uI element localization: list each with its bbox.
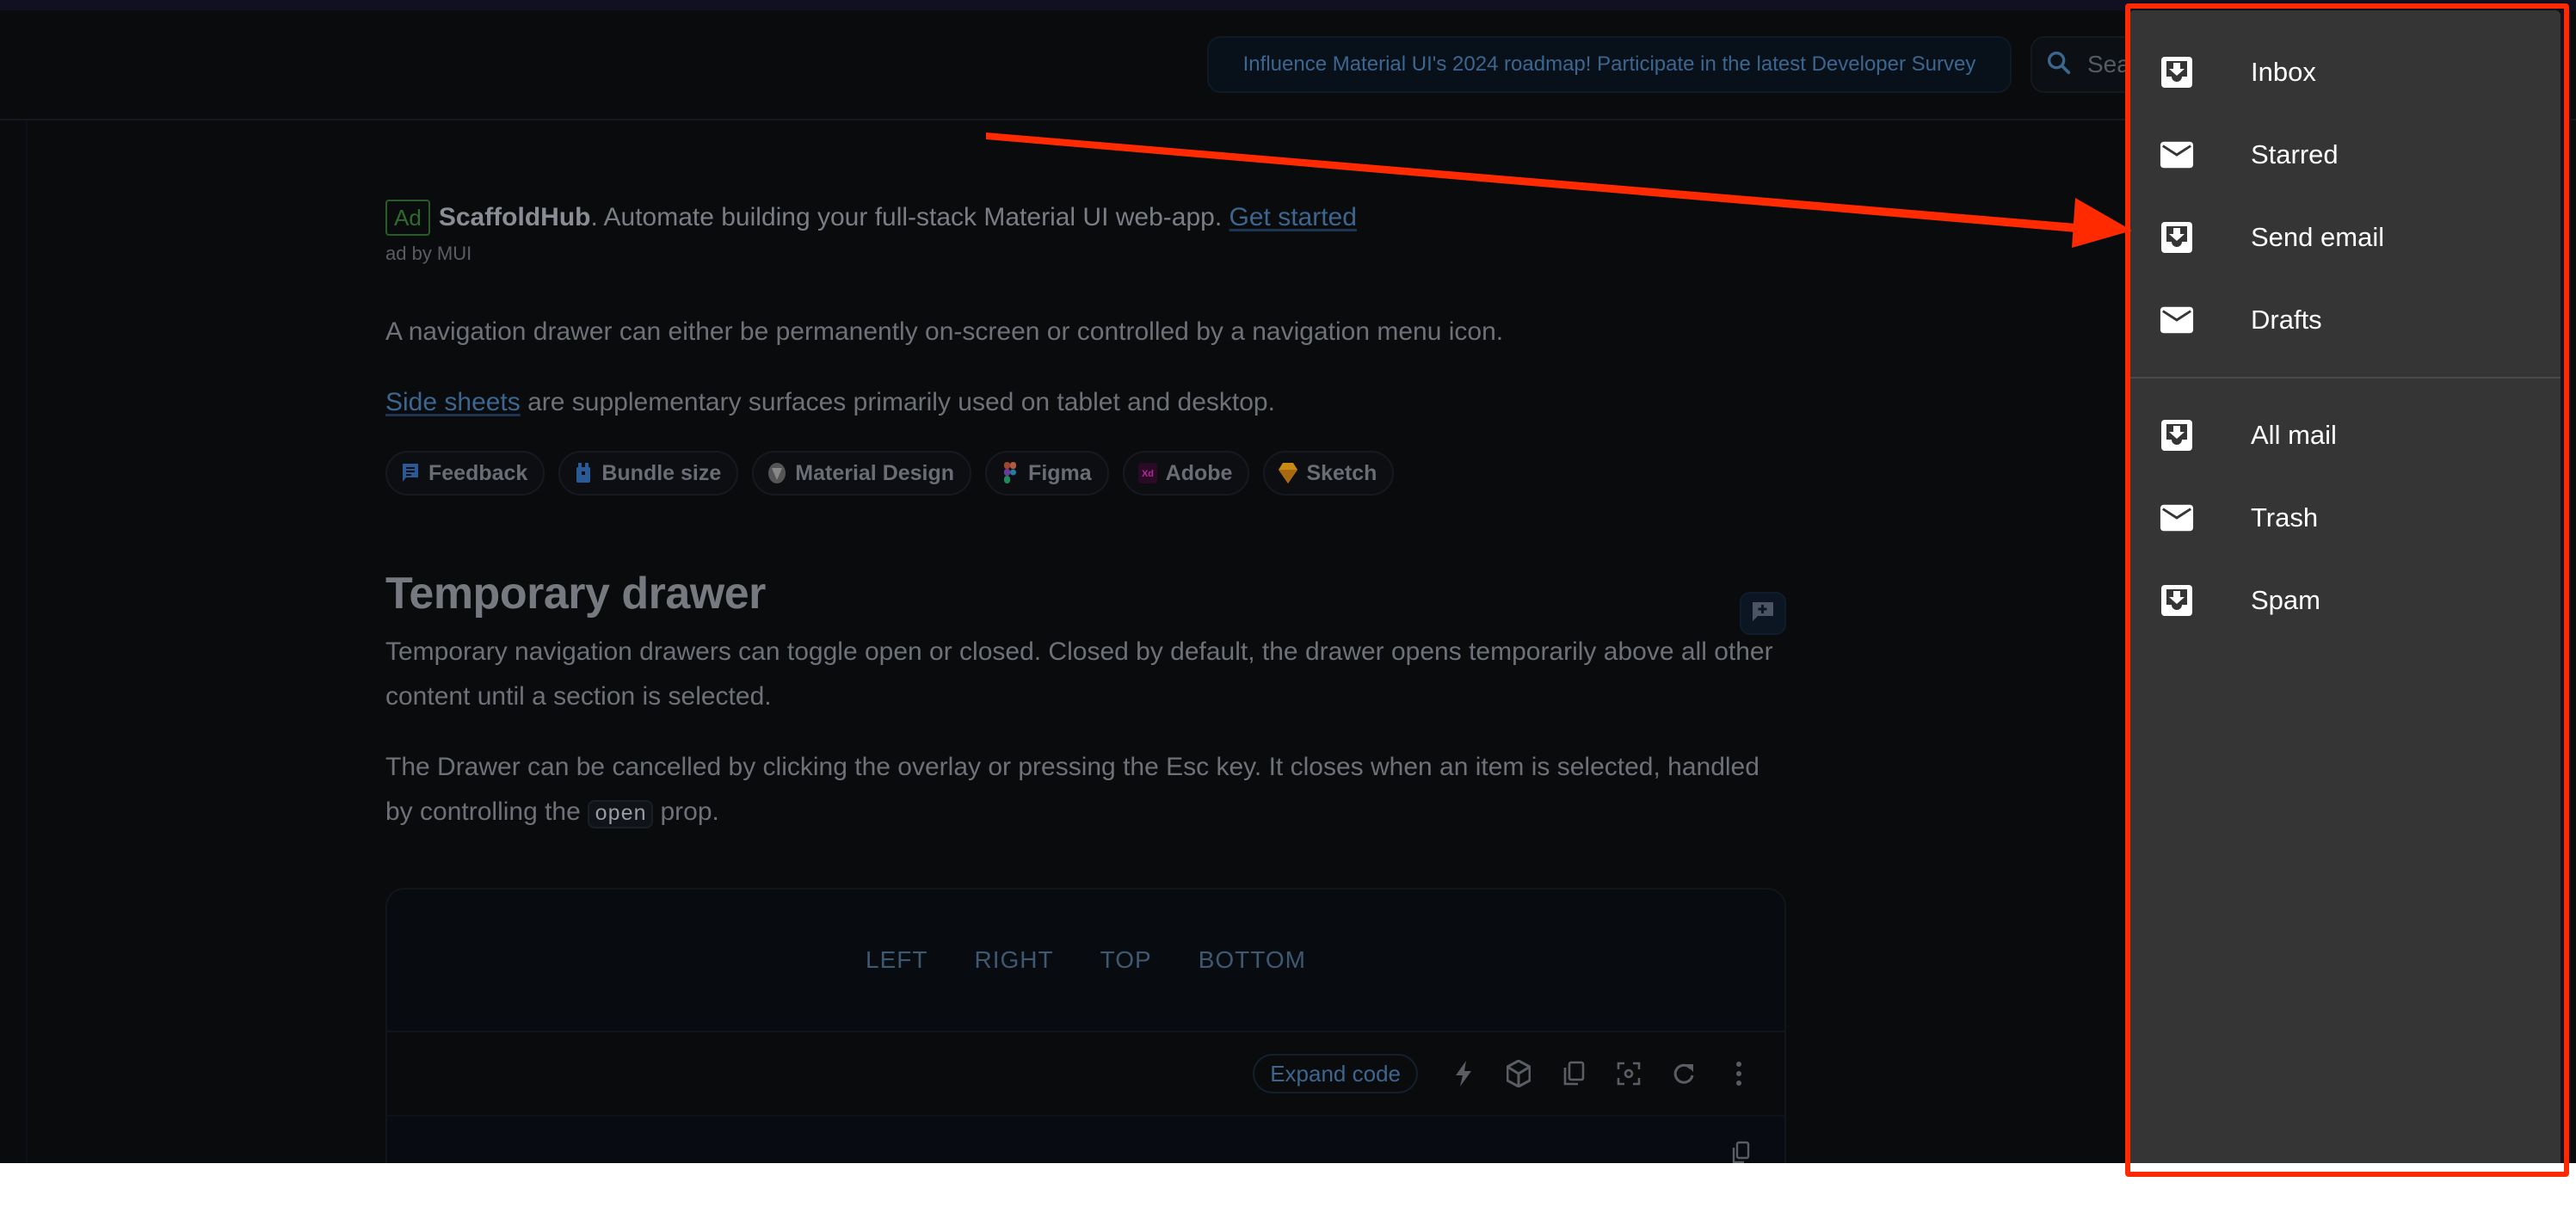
ad-by-label: ad by MUI [385,243,472,264]
drawer-item-label: Spam [2251,585,2320,615]
inbox-icon [2160,583,2194,618]
ad-text: . Automate building your full-stack Mate… [590,203,1229,231]
material-design-icon [767,462,786,484]
codesandbox-icon[interactable] [1504,1059,1533,1088]
chip-label: Feedback [428,460,528,485]
chip-label: Material Design [795,460,955,485]
chip-label: Sketch [1306,460,1377,485]
figma-icon [1001,462,1020,484]
sketch-icon [1279,462,1298,484]
drawer-item-drafts[interactable]: Drafts [2129,279,2561,361]
ad-banner: Ad ScaffoldHub. Automate building your f… [385,198,1788,237]
feedback-icon [401,462,420,484]
ad-brand: ScaffoldHub [438,203,591,231]
bundle-icon [574,462,593,484]
drawer-item-inbox[interactable]: Inbox [2129,31,2561,114]
main-content: Ad ScaffoldHub. Automate building your f… [385,198,1788,837]
add-comment-icon [1751,600,1775,627]
top-button[interactable]: TOP [1100,946,1152,974]
stackblitz-icon[interactable] [1449,1059,1478,1088]
inbox-icon [2160,220,2194,255]
section-title: Temporary drawer [385,569,766,619]
paragraph-text: prop. [653,797,719,826]
drawer-list-primary: Inbox Starred Send email Drafts [2129,10,2561,361]
chip-sketch[interactable]: Sketch [1263,451,1395,496]
side-sheets-text: are supplementary surfaces primarily use… [520,388,1275,416]
drawer-item-label: Send email [2251,222,2385,252]
drawer-item-all-mail[interactable]: All mail [2129,394,2561,477]
copy-code-icon[interactable] [1731,1141,1750,1163]
expand-code-button[interactable]: Expand code [1253,1054,1418,1093]
drawer-item-label: All mail [2251,420,2337,450]
chip-label: Figma [1028,460,1092,485]
intro-paragraph: A navigation drawer can either be perman… [385,317,1504,346]
mail-icon [2160,139,2194,170]
drawer-item-label: Trash [2251,502,2319,533]
drawer-list-secondary: All mail Trash Spam [2129,394,2561,642]
sidebar-divider [26,120,28,1163]
refresh-icon[interactable] [1669,1059,1698,1088]
mail-icon [2160,502,2194,533]
demo-toolbar: Expand code [387,1032,1784,1117]
adobe-xd-icon: Xd [1137,462,1157,484]
drawer-item-trash[interactable]: Trash [2129,477,2561,559]
ad-get-started-link[interactable]: Get started [1229,203,1357,231]
chip-adobe[interactable]: Xd Adobe [1122,451,1250,496]
drawer-divider [2129,377,2561,379]
search-icon [2044,48,2074,82]
drawer-item-label: Inbox [2251,57,2316,87]
inbox-icon [2160,418,2194,453]
section-paragraph-2: The Drawer can be cancelled by clicking … [385,745,1788,837]
drawer-item-send-email[interactable]: Send email [2129,196,2561,279]
bottom-button[interactable]: BOTTOM [1199,946,1306,974]
svg-text:Xd: Xd [1142,469,1154,479]
chip-label: Adobe [1165,460,1233,485]
drawer-item-label: Starred [2251,139,2339,169]
chip-bundle-size[interactable]: Bundle size [558,451,739,496]
drawer-item-spam[interactable]: Spam [2129,559,2561,642]
top-strip [0,0,2576,10]
survey-banner-link[interactable]: Influence Material UI's 2024 roadmap! Pa… [1207,36,2012,93]
inline-code-open: open [588,800,654,828]
drawer-item-starred[interactable]: Starred [2129,114,2561,196]
ad-badge: Ad [385,200,430,236]
demo-container: LEFT RIGHT TOP BOTTOM Expand code {(['le… [385,888,1786,1163]
side-sheets-link[interactable]: Side sheets [385,388,521,416]
code-block: {(['left', 'right', 'top', 'bottom'] as … [387,1117,1784,1163]
left-button[interactable]: LEFT [866,946,927,974]
survey-banner-text: Influence Material UI's 2024 roadmap! Pa… [1242,52,1976,76]
demo-preview: LEFT RIGHT TOP BOTTOM [387,890,1784,1032]
drawer-item-label: Drafts [2251,305,2322,335]
chip-label: Bundle size [601,460,722,485]
add-comment-button[interactable] [1740,592,1786,635]
chip-figma[interactable]: Figma [985,451,1109,496]
reset-focus-icon[interactable] [1614,1059,1643,1088]
mail-icon [2160,305,2194,336]
temporary-drawer: Inbox Starred Send email Drafts All mail Tra… [2129,10,2561,1163]
right-button[interactable]: RIGHT [975,946,1054,974]
chip-material-design[interactable]: Material Design [752,451,972,496]
side-sheets-paragraph: Side sheets are supplementary surfaces p… [385,380,1788,425]
chip-feedback[interactable]: Feedback [385,451,545,496]
copy-icon[interactable] [1559,1059,1588,1088]
inbox-icon [2160,55,2194,89]
resource-chips: Feedback Bundle size Material Design Fig… [385,451,1788,496]
more-options-icon[interactable] [1724,1059,1753,1088]
section-paragraph-1: Temporary navigation drawers can toggle … [385,637,1773,711]
drawer-shadow-edge [2561,10,2571,1163]
